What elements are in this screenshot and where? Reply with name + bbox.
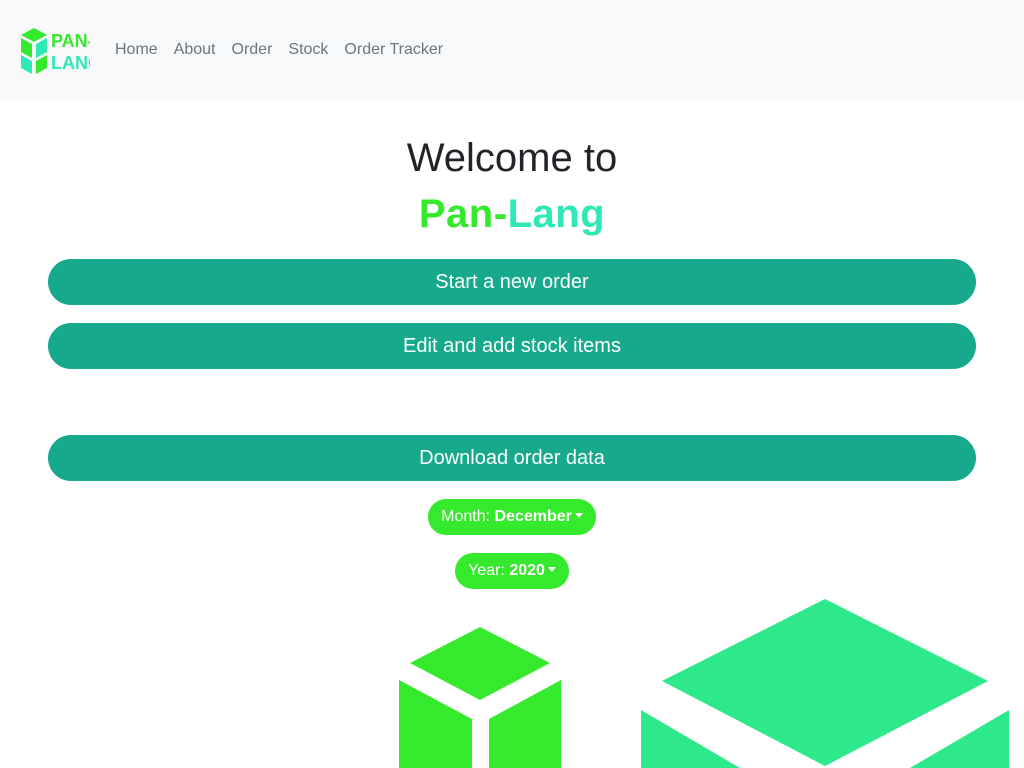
brand-logo[interactable]: PAN- LANG bbox=[20, 27, 90, 75]
nav-link-order-tracker[interactable]: Order Tracker bbox=[336, 38, 451, 62]
welcome-heading: Welcome to bbox=[406, 136, 618, 180]
month-dropdown-label: Month: bbox=[441, 508, 491, 525]
nav-link-home[interactable]: Home bbox=[107, 38, 166, 62]
nav-link-stock[interactable]: Stock bbox=[280, 38, 336, 62]
nav-links: Home About Order Stock Order Tracker bbox=[107, 38, 451, 62]
edit-stock-button[interactable]: Edit and add stock items bbox=[48, 323, 976, 369]
brand-heading-lang: Lang bbox=[507, 192, 606, 236]
svg-text:LANG: LANG bbox=[51, 53, 90, 73]
month-dropdown[interactable]: Month: December bbox=[428, 499, 596, 535]
decorative-cubes bbox=[0, 560, 1024, 768]
month-dropdown-value: December bbox=[494, 508, 572, 525]
brand-heading: Pan-Lang bbox=[0, 190, 1024, 238]
nav-link-order[interactable]: Order bbox=[224, 38, 281, 62]
chevron-down-icon bbox=[574, 513, 583, 518]
cube-illustration-icon bbox=[399, 599, 1009, 768]
start-new-order-button[interactable]: Start a new order bbox=[48, 259, 976, 305]
nav-link-about[interactable]: About bbox=[166, 38, 224, 62]
download-order-data-button[interactable]: Download order data bbox=[48, 435, 976, 481]
cube-logo-icon: PAN- LANG bbox=[21, 28, 90, 74]
svg-text:PAN-: PAN- bbox=[51, 31, 90, 51]
brand-heading-pan: Pan- bbox=[418, 192, 508, 236]
top-navbar: PAN- LANG Home About Order Stock Order T… bbox=[0, 0, 1024, 101]
